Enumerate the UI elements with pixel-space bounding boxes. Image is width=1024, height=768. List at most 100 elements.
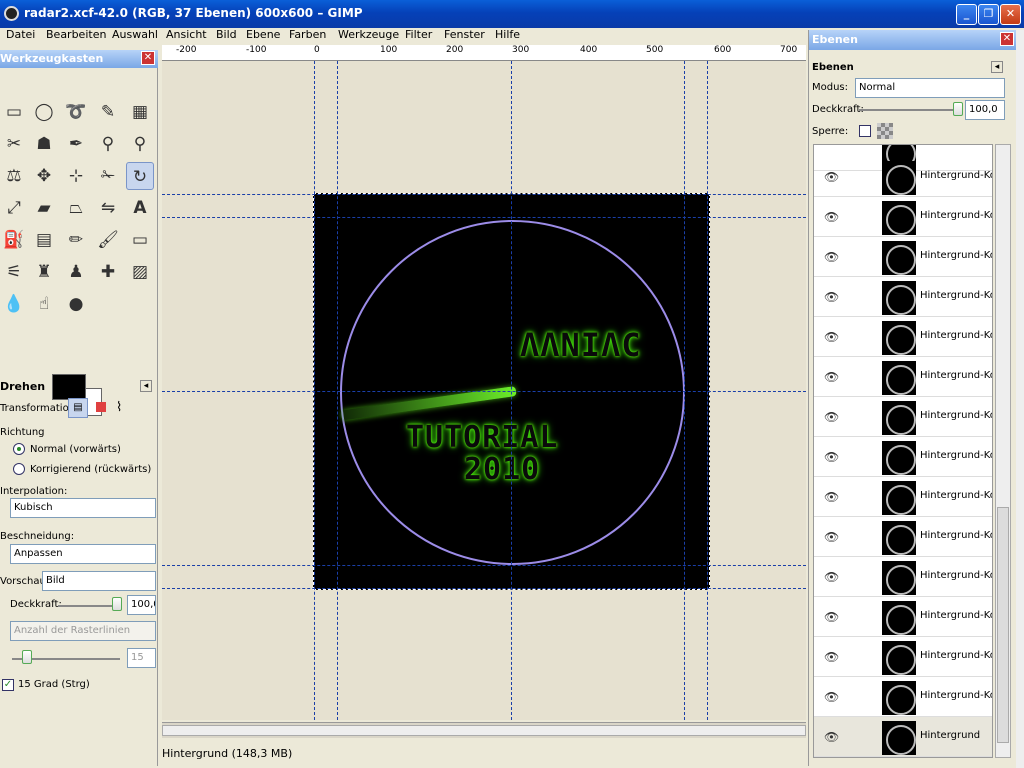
menu-ansicht[interactable]: Ansicht (166, 28, 207, 41)
menu-bearbeiten[interactable]: Bearbeiten (46, 28, 106, 41)
layers-scrollbar[interactable] (995, 144, 1011, 758)
paths-icon[interactable]: ✒ (62, 130, 90, 158)
menu-fenster[interactable]: Fenster (444, 28, 485, 41)
layer-row[interactable]: 👁 Hintergrund-Kopi (814, 517, 992, 557)
layer-opacity-value[interactable]: 100,0 (965, 100, 1005, 120)
move-icon[interactable]: ✥ (30, 162, 58, 190)
layer-row[interactable]: 👁 Hintergrund-Kopi (814, 437, 992, 477)
ellipse-select-icon[interactable]: ◯ (30, 98, 58, 126)
layer-row[interactable]: 👁 Hintergrund-Kopi (814, 237, 992, 277)
close-icon[interactable]: ✕ (141, 51, 155, 65)
guide-horizontal[interactable] (162, 217, 806, 218)
clone-icon[interactable]: ♟ (62, 258, 90, 286)
guide-vertical[interactable] (314, 61, 315, 720)
align-icon[interactable]: ⊹ (62, 162, 90, 190)
lock-pixels-checkbox[interactable] (859, 125, 871, 137)
flip-icon[interactable]: ⇋ (94, 194, 122, 222)
eye-icon[interactable]: 👁 (824, 570, 839, 584)
preview-select[interactable]: Bild (42, 571, 156, 591)
layer-row[interactable]: 👁 Hintergrund-Kopi (814, 637, 992, 677)
grid-lines-value[interactable]: 15 (127, 648, 156, 668)
image-canvas[interactable]: ΛΛΝΙΛC TUTORIAL 2010 (162, 61, 806, 720)
rotate-icon[interactable]: ↻ (126, 162, 154, 190)
eye-icon[interactable]: 👁 (824, 370, 839, 384)
lock-alpha-icon[interactable] (877, 123, 893, 139)
menu-werkzeuge[interactable]: Werkzeuge (338, 28, 399, 41)
opacity-slider-knob[interactable] (112, 597, 122, 611)
mode-select[interactable]: Normal (855, 78, 1005, 98)
shear-icon[interactable]: ▰ (30, 194, 58, 222)
layer-row[interactable]: 👁 Hintergrund-Kopi (814, 557, 992, 597)
opacity-slider[interactable] (58, 605, 120, 607)
clipping-select[interactable]: Anpassen (10, 544, 156, 564)
transform-selection-icon[interactable] (96, 402, 106, 412)
eye-icon[interactable]: 👁 (824, 170, 839, 184)
pencil-icon[interactable]: ✏ (62, 226, 90, 254)
guide-horizontal[interactable] (162, 565, 806, 566)
text-tool-icon[interactable]: A (126, 194, 154, 222)
eraser-icon[interactable]: ▭ (126, 226, 154, 254)
tool-options-menu-icon[interactable]: ◂ (140, 380, 152, 392)
guide-horizontal[interactable] (162, 194, 806, 195)
guide-horizontal[interactable] (162, 391, 806, 392)
window-scrollbar[interactable] (1016, 30, 1024, 768)
layer-list[interactable]: 👁 Hintergrund-Kopi 👁 Hintergrund-Kopi 👁 Hin… (813, 144, 993, 758)
layer-row[interactable]: 👁 Hintergrund-Kopi (814, 357, 992, 397)
menu-filter[interactable]: Filter (405, 28, 432, 41)
guide-horizontal[interactable] (162, 588, 806, 589)
layer-row[interactable]: 👁 Hintergrund-Kopi (814, 677, 992, 717)
color-select-icon[interactable]: ▦ (126, 98, 154, 126)
guide-vertical[interactable] (337, 61, 338, 720)
layer-row-selected[interactable]: 👁 Hintergrund (814, 717, 992, 757)
perspective-clone-icon[interactable]: ▨ (126, 258, 154, 286)
lasso-icon[interactable]: ➰ (62, 98, 90, 126)
layer-row[interactable]: 👁 Hintergrund-Kopi (814, 477, 992, 517)
radio-normal[interactable] (13, 443, 25, 455)
maximize-button[interactable]: ❐ (978, 4, 999, 25)
transform-layer-icon[interactable]: ▤ (68, 398, 88, 418)
dodge-burn-icon[interactable]: ● (62, 290, 90, 318)
layer-row[interactable]: 👁 Hintergrund-Kopi (814, 197, 992, 237)
layer-row[interactable]: 👁 Hintergrund-Kopi (814, 597, 992, 637)
menu-ebene[interactable]: Ebene (246, 28, 280, 41)
layer-row[interactable]: 👁 Hintergrund-Kopi (814, 317, 992, 357)
interpolation-select[interactable]: Kubisch (10, 498, 156, 518)
rect-select-icon[interactable]: ▭ (0, 98, 28, 126)
heal-icon[interactable]: ✚ (94, 258, 122, 286)
menu-datei[interactable]: Datei (6, 28, 35, 41)
close-icon[interactable]: ✕ (1000, 32, 1014, 46)
airbrush-icon[interactable]: ⚟ (0, 258, 28, 286)
menu-farben[interactable]: Farben (289, 28, 326, 41)
foreground-color-swatch[interactable] (52, 374, 86, 400)
opacity-value[interactable]: 100,0 (127, 595, 156, 615)
eye-icon[interactable]: 👁 (824, 690, 839, 704)
crop-icon[interactable]: ✁ (94, 162, 122, 190)
menu-hilfe[interactable]: Hilfe (495, 28, 520, 41)
minimize-button[interactable]: _ (956, 4, 977, 25)
ink-icon[interactable]: ♜ (30, 258, 58, 286)
horizontal-scrollbar[interactable] (162, 722, 806, 738)
radio-korrigierend[interactable] (13, 463, 25, 475)
eye-icon[interactable]: 👁 (824, 530, 839, 544)
eye-icon[interactable]: 👁 (824, 290, 839, 304)
eye-icon[interactable]: 👁 (824, 730, 839, 744)
degrees-checkbox[interactable]: ✓ (2, 679, 14, 691)
smudge-icon[interactable]: ☝ (30, 290, 58, 318)
eye-icon[interactable]: 👁 (824, 450, 839, 464)
zoom-icon[interactable]: ⚲ (126, 130, 154, 158)
scale-icon[interactable]: ⤢ (0, 194, 28, 222)
perspective-icon[interactable]: ⏢ (62, 194, 90, 222)
eye-icon[interactable]: 👁 (824, 330, 839, 344)
grid-lines-select[interactable]: Anzahl der Rasterlinien (10, 621, 156, 641)
layer-opacity-slider[interactable] (859, 109, 957, 111)
bucket-fill-icon[interactable]: ⛽ (0, 226, 28, 254)
measure-icon[interactable]: ⚖ (0, 162, 28, 190)
gradient-icon[interactable]: ▤ (30, 226, 58, 254)
eye-icon[interactable]: 👁 (824, 410, 839, 424)
layers-menu-icon[interactable]: ◂ (991, 61, 1003, 73)
fuzzy-select-icon[interactable]: ✎ (94, 98, 122, 126)
horizontal-ruler[interactable]: -200 -100 0 100 200 300 400 500 600 700 (162, 45, 806, 61)
guide-vertical[interactable] (707, 61, 708, 720)
grid-lines-slider-knob[interactable] (22, 650, 32, 664)
menu-auswahl[interactable]: Auswahl (112, 28, 158, 41)
